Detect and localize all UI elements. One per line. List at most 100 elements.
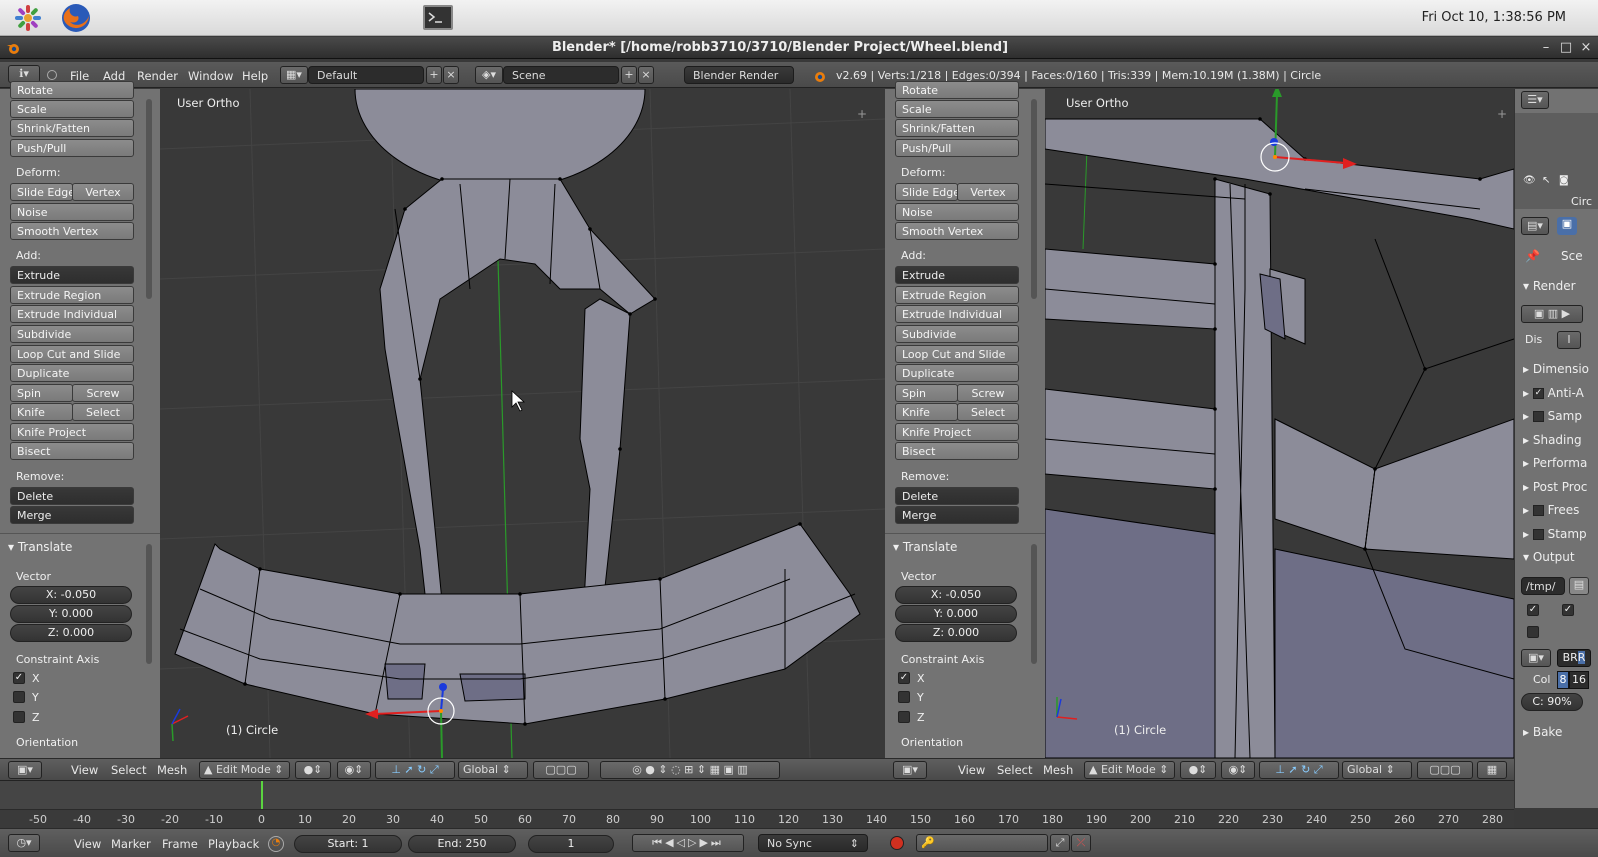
operator-scrollbar[interactable] <box>146 544 152 664</box>
tool-extrude-individual[interactable]: Extrude Individual <box>10 305 134 323</box>
shading-section[interactable]: ▸ Shading <box>1523 433 1582 447</box>
constraint-y-checkbox-2[interactable] <box>898 691 910 703</box>
tool-slide-edge[interactable]: Slide Edge <box>10 183 73 201</box>
tool-scale[interactable]: Scale <box>10 100 134 118</box>
menu-render[interactable]: Render <box>137 69 178 83</box>
tool-delete-dropdown[interactable]: Delete <box>10 487 134 505</box>
dimensions-section[interactable]: ▸ Dimensio <box>1523 362 1589 376</box>
performance-section[interactable]: ▸ Performa <box>1523 456 1587 470</box>
tool-shrink-fatten[interactable]: Shrink/Fatten <box>10 119 134 137</box>
tool-extrude-region-2[interactable]: Extrude Region <box>895 286 1019 304</box>
timeline-area[interactable]: -50 -40 -30 -20 -10 0 10 20 30 40 50 60 … <box>0 780 1514 829</box>
scene-field[interactable]: Scene <box>503 66 619 84</box>
tool-screw[interactable]: Screw <box>72 384 134 402</box>
current-frame-field[interactable]: 1 <box>528 835 614 853</box>
left-snap-icons[interactable]: ◎ ● ⇕ ◌ ⊞ ⇕ ▦ ▣ ▥ <box>600 761 780 779</box>
display-dropdown[interactable]: I <box>1557 331 1581 349</box>
minimize-button[interactable]: – <box>1536 40 1556 55</box>
insert-keyframe-button[interactable]: ⤢ <box>1050 834 1070 852</box>
freestyle-section[interactable]: ▸ Frees <box>1523 503 1579 517</box>
overwrite-checkbox[interactable]: ✓ <box>1527 604 1539 616</box>
post-processing-section[interactable]: ▸ Post Proc <box>1523 480 1587 494</box>
right-manipulator-icons[interactable]: ⊥ ➚ ↻ ⤢ <box>1259 761 1339 779</box>
tool-merge-dropdown-2[interactable]: Merge <box>895 506 1019 524</box>
playback-controls[interactable]: ⏮◀◁▷▶⏭ <box>632 834 744 852</box>
tool-knife-project[interactable]: Knife Project <box>10 423 134 441</box>
eye-icon[interactable]: 👁 <box>1523 175 1536 186</box>
tool-push-pull[interactable]: Push/Pull <box>10 139 134 157</box>
anti-aliasing-section[interactable]: ▸ ✓ Anti-A <box>1523 386 1584 400</box>
right-view-plus-icon[interactable]: + <box>1497 107 1507 121</box>
right-transform-manipulator[interactable] <box>1260 89 1357 172</box>
maximize-button[interactable]: □ <box>1556 40 1576 55</box>
end-frame-field[interactable]: End: 250 <box>408 835 516 853</box>
camera-render-icon[interactable]: ◙ <box>1559 175 1569 186</box>
tool-knife-project-2[interactable]: Knife Project <box>895 423 1019 441</box>
scene-type-icon[interactable]: ◈▾ <box>475 66 503 84</box>
menu-help[interactable]: Help <box>242 69 268 83</box>
terminal-icon[interactable] <box>423 5 453 30</box>
output-section-header[interactable]: ▾ Output <box>1523 550 1575 564</box>
left-view-plus-icon[interactable]: + <box>857 107 867 121</box>
tool-slide-edge-2[interactable]: Slide Edge <box>895 183 958 201</box>
render-engine-dropdown[interactable]: Blender Render ⇕ <box>684 66 794 84</box>
color-depth-16-button[interactable]: 16 <box>1569 671 1589 689</box>
vector-x-field-2[interactable]: X: -0.050 <box>895 586 1017 604</box>
tool-vertex-2[interactable]: Vertex <box>957 183 1019 201</box>
tool-select-2[interactable]: Select <box>957 403 1019 421</box>
bake-section[interactable]: ▸ Bake <box>1523 725 1562 739</box>
tool-extrude-individual-2[interactable]: Extrude Individual <box>895 305 1019 323</box>
tool-bisect-2[interactable]: Bisect <box>895 442 1019 460</box>
right-menu-select[interactable]: Select <box>997 763 1032 777</box>
vector-z-field[interactable]: Z: 0.000 <box>10 624 132 642</box>
left-shading-dropdown[interactable]: ●⇕ <box>295 761 331 779</box>
left-mode-dropdown[interactable]: ▲ Edit Mode ⇕ <box>199 761 290 779</box>
operator-title[interactable]: ▾ Translate <box>8 540 72 554</box>
render-context-icon[interactable]: ▣ <box>1557 217 1577 235</box>
remove-scene-button[interactable]: × <box>638 66 654 84</box>
tool-duplicate-2[interactable]: Duplicate <box>895 364 1019 382</box>
tool-rotate-2[interactable]: Rotate <box>895 81 1019 99</box>
tool-delete-dropdown-2[interactable]: Delete <box>895 487 1019 505</box>
left-pivot-dropdown[interactable]: ◉⇕ <box>337 761 371 779</box>
timeline-editor-type-icon[interactable]: ◷▾ <box>8 834 40 852</box>
toolshelf-scrollbar[interactable] <box>146 99 152 299</box>
constraint-z-checkbox-2[interactable] <box>898 711 910 723</box>
left-3d-viewport[interactable]: User Ortho (1) Circle + <box>160 89 885 758</box>
render-image-button[interactable]: ▣ ▥ ▶ <box>1521 305 1583 323</box>
start-frame-field[interactable]: Start: 1 <box>294 835 402 853</box>
stamp-section[interactable]: ▸ Stamp <box>1523 527 1587 541</box>
apps-icon[interactable] <box>14 4 42 32</box>
tool-loop-cut-2[interactable]: Loop Cut and Slide <box>895 345 1019 363</box>
tool-noise[interactable]: Noise <box>10 203 134 221</box>
toolshelf-scrollbar-2[interactable] <box>1031 99 1037 299</box>
tool-spin-2[interactable]: Spin <box>895 384 958 402</box>
vector-z-field-2[interactable]: Z: 0.000 <box>895 624 1017 642</box>
right-orientation-dropdown[interactable]: Global ⇕ <box>1342 761 1412 779</box>
preview-range-icon[interactable]: ◔ <box>268 836 284 852</box>
tool-vertex[interactable]: Vertex <box>72 183 134 201</box>
properties-type-icon[interactable]: ▤▾ <box>1521 217 1549 235</box>
left-editor-type-icon[interactable]: ▣▾ <box>8 761 42 779</box>
tool-select[interactable]: Select <box>72 403 134 421</box>
sampled-motion-blur-section[interactable]: ▸ Samp <box>1523 409 1582 423</box>
remove-layout-button[interactable]: × <box>443 66 459 84</box>
add-layout-button[interactable]: + <box>426 66 442 84</box>
right-editor-type-icon[interactable]: ▣▾ <box>893 761 927 779</box>
tool-extrude-dropdown[interactable]: Extrude <box>10 266 134 284</box>
right-layer-buttons[interactable]: ▢▢▢ <box>1417 761 1473 779</box>
tool-smooth-vertex[interactable]: Smooth Vertex <box>10 222 134 240</box>
tool-smooth-vertex-2[interactable]: Smooth Vertex <box>895 222 1019 240</box>
tool-screw-2[interactable]: Screw <box>957 384 1019 402</box>
folder-icon[interactable]: ▤ <box>1569 577 1589 595</box>
tool-rotate[interactable]: Rotate <box>10 81 134 99</box>
right-snap-icons[interactable]: ▦ <box>1477 761 1507 779</box>
tool-bisect[interactable]: Bisect <box>10 442 134 460</box>
compression-field[interactable]: C: 90% <box>1521 693 1583 711</box>
placeholders-checkbox[interactable] <box>1527 626 1539 638</box>
left-menu-view[interactable]: View <box>71 763 98 777</box>
constraint-z-checkbox[interactable] <box>13 711 25 723</box>
timeline-menu-frame[interactable]: Frame <box>162 837 198 851</box>
left-orientation-dropdown[interactable]: Global ⇕ <box>458 761 528 779</box>
right-pivot-dropdown[interactable]: ◉⇕ <box>1221 761 1255 779</box>
